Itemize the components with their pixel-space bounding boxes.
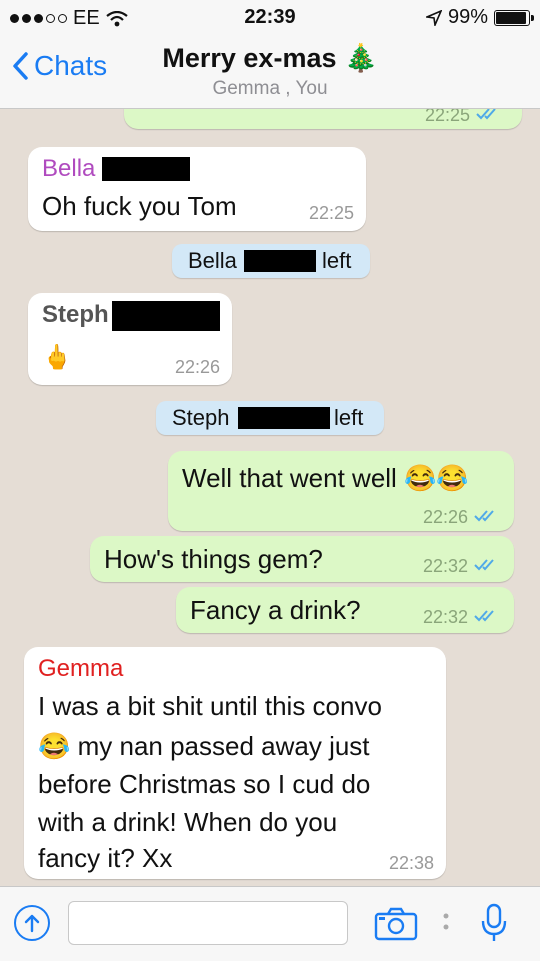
message-text-line: with a drink! When do you <box>38 807 338 837</box>
notice-action: left <box>322 248 352 273</box>
message-time: 22:26 <box>422 507 468 527</box>
chat-header: Chats Merry ex-mas 🎄 Gemma , You <box>0 36 540 109</box>
message-time: 22:38 <box>388 853 434 873</box>
message-outgoing[interactable]: Well that went well 😂😂 22:26 <box>168 451 514 531</box>
message-text-line: before Christmas so I cud do <box>38 769 371 799</box>
status-bar: EE 22:39 99% <box>0 0 540 36</box>
message-emoji: 🖕 <box>42 344 72 371</box>
message-time: 22:26 <box>174 357 220 377</box>
battery-icon <box>494 9 534 26</box>
arrow-up-icon <box>24 914 40 933</box>
message-text: Fancy a drink? <box>190 595 361 625</box>
battery-percent: 99% <box>447 6 488 28</box>
message-text-line: 😂 my nan passed away just <box>38 731 370 761</box>
notice-name: Bella <box>188 248 237 273</box>
notice-name: Steph <box>172 405 230 430</box>
composer-bar <box>0 886 540 961</box>
camera-icon[interactable] <box>374 907 418 941</box>
chat-title[interactable]: Merry ex-mas 🎄 <box>0 42 540 74</box>
system-notice: Steph left <box>156 401 384 435</box>
message-time: 22:32 <box>422 556 468 576</box>
location-arrow-icon <box>425 9 442 26</box>
redaction-bar <box>238 407 330 429</box>
chat-participants[interactable]: Gemma , You <box>0 78 540 100</box>
message-time: 22:32 <box>422 607 468 627</box>
read-receipt-icon <box>474 559 494 571</box>
message-input[interactable] <box>68 901 348 945</box>
message-outgoing[interactable]: Fancy a drink? 22:32 <box>176 587 514 633</box>
message-text: Oh fuck you Tom <box>42 191 237 221</box>
redaction-bar <box>112 301 220 331</box>
attach-button[interactable] <box>14 905 50 941</box>
message-text: How's things gem? <box>104 544 323 574</box>
read-receipt-icon <box>474 610 494 622</box>
redaction-bar <box>102 157 190 181</box>
message-incoming[interactable]: Steph 🖕 22:26 <box>28 293 232 385</box>
message-text: Well that went well 😂😂 <box>182 463 469 493</box>
microphone-icon[interactable] <box>480 903 508 943</box>
system-notice: Bella left <box>172 244 370 278</box>
redaction-bar <box>244 250 316 272</box>
message-outgoing[interactable]: How's things gem? 22:32 <box>90 536 514 582</box>
message-time: 22:25 <box>424 109 470 125</box>
sender-name: Steph <box>42 301 109 328</box>
message-incoming[interactable]: Bella Oh fuck you Tom 22:25 <box>28 147 366 231</box>
more-dots-icon[interactable] <box>442 911 450 935</box>
message-list[interactable]: 22:25 Bella Oh fuck you Tom 22:25 Bella … <box>0 109 540 886</box>
read-receipt-icon <box>476 109 496 120</box>
message-text-line: I was a bit shit until this convo <box>38 691 382 721</box>
sender-name: Gemma <box>38 655 124 682</box>
message-incoming[interactable]: Gemma I was a bit shit until this convo … <box>24 647 446 879</box>
read-receipt-icon <box>474 510 494 522</box>
message-time: 22:25 <box>308 203 354 223</box>
message-text-line: fancy it? Xx <box>38 843 173 873</box>
message-outgoing[interactable]: 22:25 <box>124 109 522 129</box>
sender-name: Bella <box>42 155 96 182</box>
notice-action: left <box>334 405 364 430</box>
